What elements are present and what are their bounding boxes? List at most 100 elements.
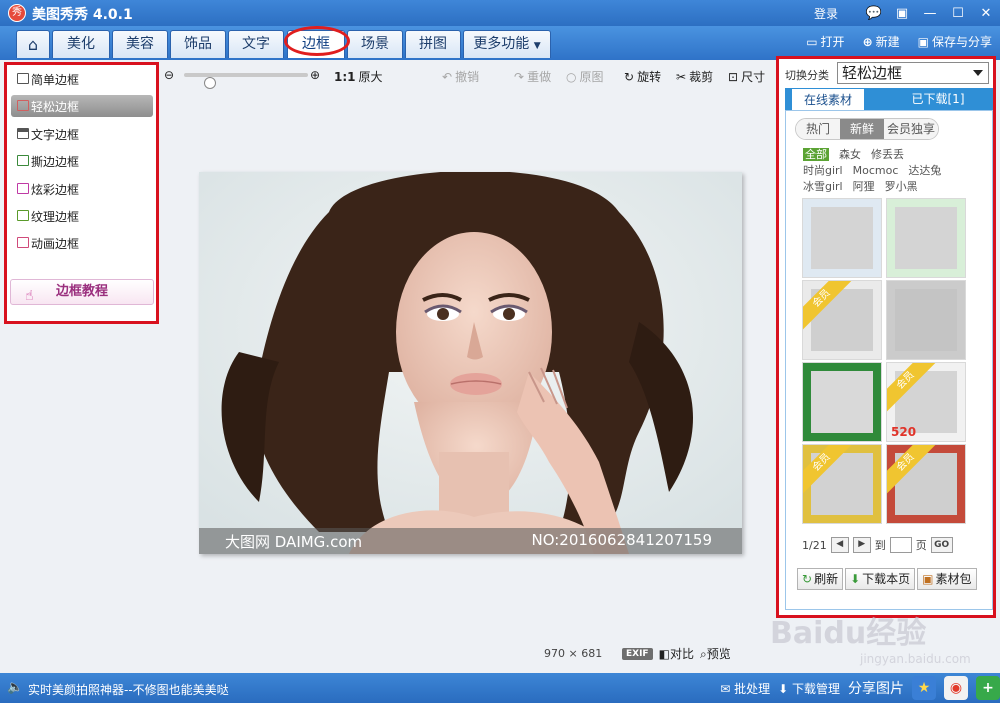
zoom-out-icon[interactable]: ⊖ [164,68,174,82]
new-button[interactable]: ⊕ 新建 [863,33,900,50]
home-tab[interactable]: ⌂ [16,30,50,58]
filter-tag[interactable]: Mocmoc [853,164,899,177]
filter-tag[interactable]: 达达兔 [908,164,941,177]
tab-more-label: 更多功能 [473,36,530,52]
title-bar: 秀 美图秀秀 4.0.1 登录 💬 ▣ — ☐ ✕ [0,0,1000,26]
download-icon: ⬇ [850,572,861,586]
frame-thumbnail[interactable]: 会员 [802,444,882,524]
frame-thumbnail[interactable]: 会员 520 [886,362,966,442]
pager: 1/21 ◀ ▶ 到 页 GO [802,537,953,553]
category-easy-frame[interactable]: 轻松边框 [11,95,153,117]
new-label: 新建 [875,35,900,49]
category-simple-frame[interactable]: 简单边框 [11,68,153,90]
tab-beauty[interactable]: 美容 [112,30,168,58]
undo-button[interactable]: ↶ 撤销 [442,68,479,85]
frame-thumbnail[interactable]: 会员 [802,280,882,360]
original-label: 原图 [579,70,604,84]
rotate-button[interactable]: ↻ 旋转 [624,68,661,85]
tab-text[interactable]: 文字 [228,30,284,58]
page-indicator: 1/21 [802,538,827,552]
category-colorful-frame[interactable]: 炫彩边框 [11,178,153,200]
filter-tag[interactable]: 冰雪girl [803,180,843,193]
dimension-separator: × [568,647,578,660]
redo-button[interactable]: ↷ 重做 [514,68,551,85]
frame-thumbnail[interactable] [886,198,966,278]
category-text-frame[interactable]: 文字边框 [11,123,153,145]
category-texture-frame[interactable]: 纹理边框 [11,205,153,227]
tab-scene[interactable]: 场景 [347,30,403,58]
zoom-slider-thumb[interactable] [204,77,216,89]
sort-tab-hot[interactable]: 热门 [796,119,840,139]
material-package-button[interactable]: ▣ 素材包 [917,568,977,590]
save-share-button[interactable]: ▣ 保存与分享 [918,33,992,50]
batch-button[interactable]: ✉ 批处理 [720,680,770,697]
category-label: 动画边框 [31,236,80,251]
add-share-icon[interactable]: + [976,676,1000,700]
tab-beautify[interactable]: 美化 [52,30,110,58]
frame-thumbnail[interactable] [886,280,966,360]
sort-tab-member[interactable]: 会员独享 [884,119,938,139]
actual-size-button[interactable]: 1:1 原大 [334,68,383,85]
zoom-slider[interactable] [184,73,308,89]
filter-all[interactable]: 全部 [803,148,829,161]
compare-button[interactable]: ◧对比 [659,645,694,662]
exif-button[interactable]: EXIF [622,647,653,660]
filter-tag[interactable]: 修丢丢 [871,148,904,161]
filter-tag[interactable]: 时尚girl [803,164,843,177]
tab-downloaded[interactable]: 已下载[1] [901,88,975,110]
photo-canvas[interactable]: 大图网 DAIMG.com NO:2016062841207159 [199,172,742,554]
go-button[interactable]: GO [930,537,953,553]
sort-tabs: 热门 新鲜 会员独享 [795,118,939,140]
close-icon[interactable]: ✕ [972,0,1000,26]
resize-icon: ⊡ [728,69,739,84]
message-icon[interactable]: 💬 [860,0,888,26]
frame-thumbnail[interactable] [802,362,882,442]
filter-tag[interactable]: 阿狸 [853,180,875,193]
category-torn-frame[interactable]: 撕边边框 [11,150,153,172]
tab-collage[interactable]: 拼图 [405,30,461,58]
prev-page-button[interactable]: ◀ [830,537,849,553]
crop-button[interactable]: ✂ 裁剪 [676,68,713,85]
colorful-frame-icon [17,183,29,194]
refresh-button[interactable]: ↻ 刷新 [797,568,844,590]
filter-tag[interactable]: 森女 [839,148,861,161]
tab-more[interactable]: 更多功能 ▼ [463,30,551,58]
login-link[interactable]: 登录 [814,5,838,22]
download-page-button[interactable]: ⬇ 下载本页 [845,568,916,590]
minimize-icon[interactable]: — [916,0,944,26]
category-animated-frame[interactable]: 动画边框 [11,232,153,254]
original-icon: ○ [566,69,577,84]
open-button[interactable]: ▭ 打开 [806,33,844,50]
zoom-in-icon[interactable]: ⊕ [310,68,320,82]
category-label: 撕边边框 [31,154,80,169]
original-button[interactable]: ○ 原图 [566,68,604,85]
frame-material-panel: 切换分类 轻松边框 在线素材 已下载[1] 热门 新鲜 会员独享 全部 森女 修丢丢… [776,56,996,618]
frame-tutorial-button[interactable]: ☝ 边框教程 [10,279,154,305]
page-number-input[interactable] [889,537,912,553]
preview-icon: ⌕ [699,647,707,661]
maximize-icon[interactable]: ☐ [944,0,972,26]
tab-accessories[interactable]: 饰品 [170,30,226,58]
download-page-label: 下载本页 [862,572,911,586]
tab-online-materials[interactable]: 在线素材 [791,88,865,110]
watermark-right: NO:2016062841207159 [531,531,712,549]
sort-tab-new[interactable]: 新鲜 [840,119,884,139]
download-manager-button[interactable]: ⬇ 下载管理 [778,680,840,697]
filter-tag[interactable]: 罗小黑 [885,180,918,193]
qzone-icon[interactable]: ★ [912,676,936,700]
thumbnail-inner [811,371,873,433]
frame-thumbnail[interactable]: 会员 [886,444,966,524]
weibo-icon[interactable]: ◉ [944,676,968,700]
next-page-button[interactable]: ▶ [852,537,871,553]
skin-icon[interactable]: ▣ [888,0,916,26]
resize-button[interactable]: ⊡ 尺寸 [728,68,765,85]
crop-label: 裁剪 [689,70,714,84]
batch-icon: ✉ [720,681,731,696]
speaker-icon[interactable]: 🔈 [7,680,23,695]
status-tip[interactable]: 实时美颜拍照神器--不修图也能美美哒 [28,681,229,698]
torn-frame-icon [17,155,29,166]
preview-button[interactable]: ⌕预览 [700,645,731,662]
category-label: 纹理边框 [31,209,80,224]
category-select[interactable]: 轻松边框 [837,62,989,84]
frame-thumbnail[interactable] [802,198,882,278]
